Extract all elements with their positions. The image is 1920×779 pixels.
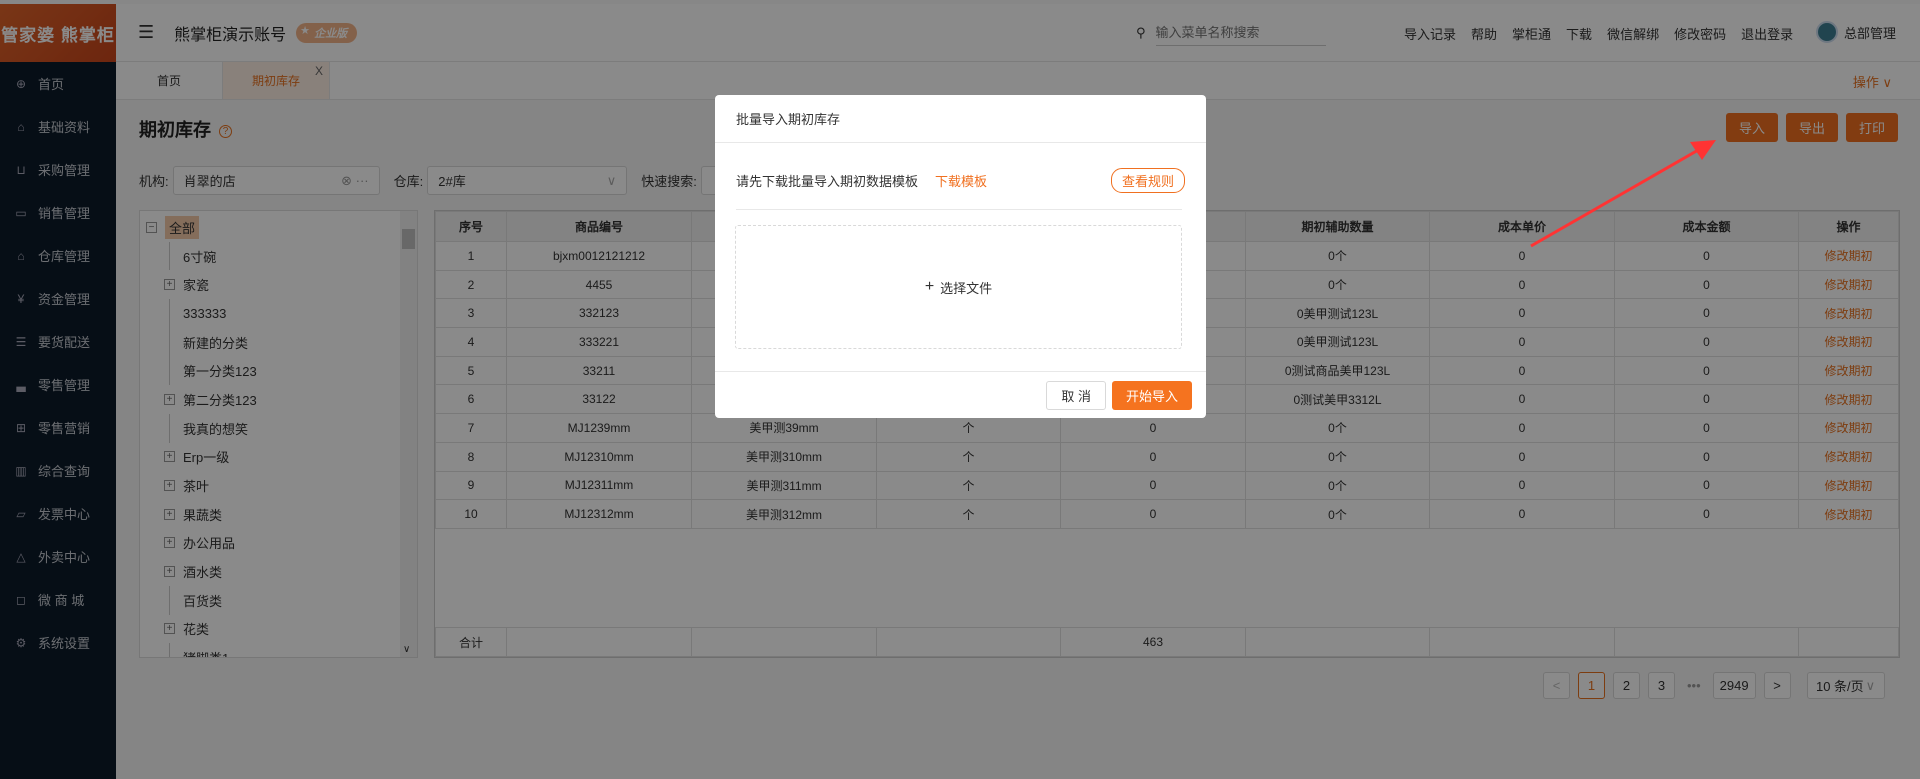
cancel-button[interactable]: 取 消 [1046, 381, 1106, 410]
start-import-button[interactable]: 开始导入 [1111, 381, 1192, 410]
divider [715, 371, 1206, 372]
plus-icon: + [924, 278, 935, 295]
dialog-title: 批量导入期初库存 [736, 112, 841, 127]
download-template-link[interactable]: 下载模板 [935, 171, 987, 190]
divider [736, 209, 1182, 210]
batch-import-dialog: 批量导入期初库存 请先下载批量导入期初数据模板 下载模板 查看规则 + 选择文件… [715, 95, 1206, 418]
file-drop-zone[interactable]: + 选择文件 [735, 225, 1182, 349]
dialog-instruction: 请先下载批量导入期初数据模板 [736, 173, 919, 189]
view-rules-button[interactable]: 查看规则 [1110, 167, 1185, 193]
select-file-label: 选择文件 [940, 280, 993, 296]
